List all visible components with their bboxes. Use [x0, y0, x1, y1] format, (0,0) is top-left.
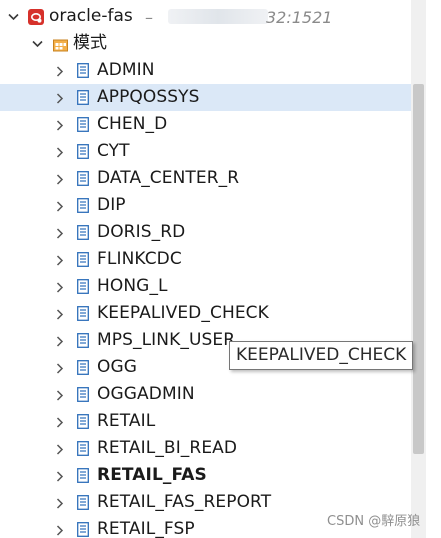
- schema-node[interactable]: RETAIL_BI_READ: [0, 435, 426, 462]
- schema-node[interactable]: FLINKCDC: [0, 246, 426, 273]
- schema-icon: [77, 522, 89, 537]
- schema-node[interactable]: OGGADMIN: [0, 381, 426, 408]
- schema-label: ADMIN: [97, 60, 155, 80]
- schema-icon: [77, 63, 89, 78]
- schema-icon: [77, 468, 89, 483]
- schema-label: DORIS_RD: [97, 222, 186, 242]
- schema-label: OGG: [97, 357, 138, 377]
- schema-label: CYT: [97, 141, 130, 161]
- connection-node[interactable]: oracle-fas – 32:1521: [0, 3, 426, 30]
- tooltip: KEEPALIVED_CHECK: [229, 341, 414, 370]
- chevron-right-icon[interactable]: [53, 442, 67, 456]
- schema-node[interactable]: APPQOSSYS: [0, 84, 426, 111]
- schema-icon: [77, 414, 89, 429]
- chevron-right-icon[interactable]: [53, 226, 67, 240]
- schema-node[interactable]: DIP: [0, 192, 426, 219]
- chevron-right-icon[interactable]: [53, 415, 67, 429]
- schema-node[interactable]: DORIS_RD: [0, 219, 426, 246]
- schema-label: APPQOSSYS: [97, 87, 200, 107]
- chevron-right-icon[interactable]: [53, 64, 67, 78]
- schema-icon: [77, 441, 89, 456]
- schema-label: RETAIL_FAS: [97, 465, 207, 485]
- schema-label: HONG_L: [97, 276, 168, 296]
- schema-label: CHEN_D: [97, 114, 168, 134]
- schema-icon: [77, 144, 89, 159]
- schema-icon: [77, 279, 89, 294]
- connection-name: oracle-fas: [49, 6, 133, 26]
- chevron-right-icon[interactable]: [53, 172, 67, 186]
- schema-icon: [77, 90, 89, 105]
- schema-node[interactable]: DATA_CENTER_R: [0, 165, 426, 192]
- schema-node[interactable]: RETAIL_FAS: [0, 462, 426, 489]
- vertical-scrollbar[interactable]: [411, 0, 426, 538]
- chevron-right-icon[interactable]: [53, 118, 67, 132]
- chevron-right-icon[interactable]: [53, 307, 67, 321]
- schema-node[interactable]: RETAIL: [0, 408, 426, 435]
- schema-icon: [77, 117, 89, 132]
- schema-node[interactable]: HONG_L: [0, 273, 426, 300]
- chevron-down-icon[interactable]: [30, 37, 44, 51]
- schema-icon: [77, 495, 89, 510]
- chevron-right-icon[interactable]: [53, 91, 67, 105]
- chevron-right-icon[interactable]: [53, 280, 67, 294]
- schema-label: RETAIL_FAS_REPORT: [97, 492, 272, 512]
- schema-label: RETAIL: [97, 411, 156, 431]
- schema-icon: [77, 360, 89, 375]
- schema-icon: [77, 387, 89, 402]
- schema-node[interactable]: ADMIN: [0, 57, 426, 84]
- schemas-folder-label: 模式: [73, 33, 107, 53]
- schema-label: KEEPALIVED_CHECK: [97, 303, 269, 323]
- schema-icon: [77, 306, 89, 321]
- chevron-right-icon[interactable]: [53, 361, 67, 375]
- chevron-down-icon[interactable]: [6, 10, 20, 24]
- database-navigator-tree: oracle-fas – 32:1521 模式 ADMIN APPQOSSYS CH…: [0, 0, 426, 538]
- schema-label: MPS_LINK_USER: [97, 330, 236, 350]
- oracle-db-icon: [28, 9, 44, 25]
- schema-label: OGGADMIN: [97, 384, 195, 404]
- schema-icon: [77, 225, 89, 240]
- watermark: CSDN @騂原狼: [327, 514, 421, 529]
- schema-icon: [77, 198, 89, 213]
- connection-separator: –: [145, 8, 153, 27]
- schema-label: DATA_CENTER_R: [97, 168, 240, 188]
- schemas-folder-node[interactable]: 模式: [0, 30, 426, 57]
- scrollbar-thumb[interactable]: [413, 84, 424, 454]
- schema-icon: [77, 252, 89, 267]
- chevron-right-icon[interactable]: [53, 469, 67, 483]
- schema-icon: [77, 171, 89, 186]
- schema-label: RETAIL_BI_READ: [97, 438, 238, 458]
- chevron-right-icon[interactable]: [53, 523, 67, 537]
- chevron-right-icon[interactable]: [53, 145, 67, 159]
- chevron-right-icon[interactable]: [53, 199, 67, 213]
- schema-icon: [77, 333, 89, 348]
- schema-label: DIP: [97, 195, 126, 215]
- chevron-right-icon[interactable]: [53, 253, 67, 267]
- redacted-host: [168, 9, 268, 24]
- connection-host-port: 32:1521: [266, 8, 333, 27]
- schema-node[interactable]: CYT: [0, 138, 426, 165]
- schema-label: RETAIL_FSP: [97, 519, 195, 538]
- schema-node[interactable]: KEEPALIVED_CHECK: [0, 300, 426, 327]
- schema-label: FLINKCDC: [97, 249, 182, 269]
- chevron-right-icon[interactable]: [53, 334, 67, 348]
- schema-node[interactable]: CHEN_D: [0, 111, 426, 138]
- chevron-right-icon[interactable]: [53, 388, 67, 402]
- chevron-right-icon[interactable]: [53, 496, 67, 510]
- folder-icon: [53, 37, 68, 52]
